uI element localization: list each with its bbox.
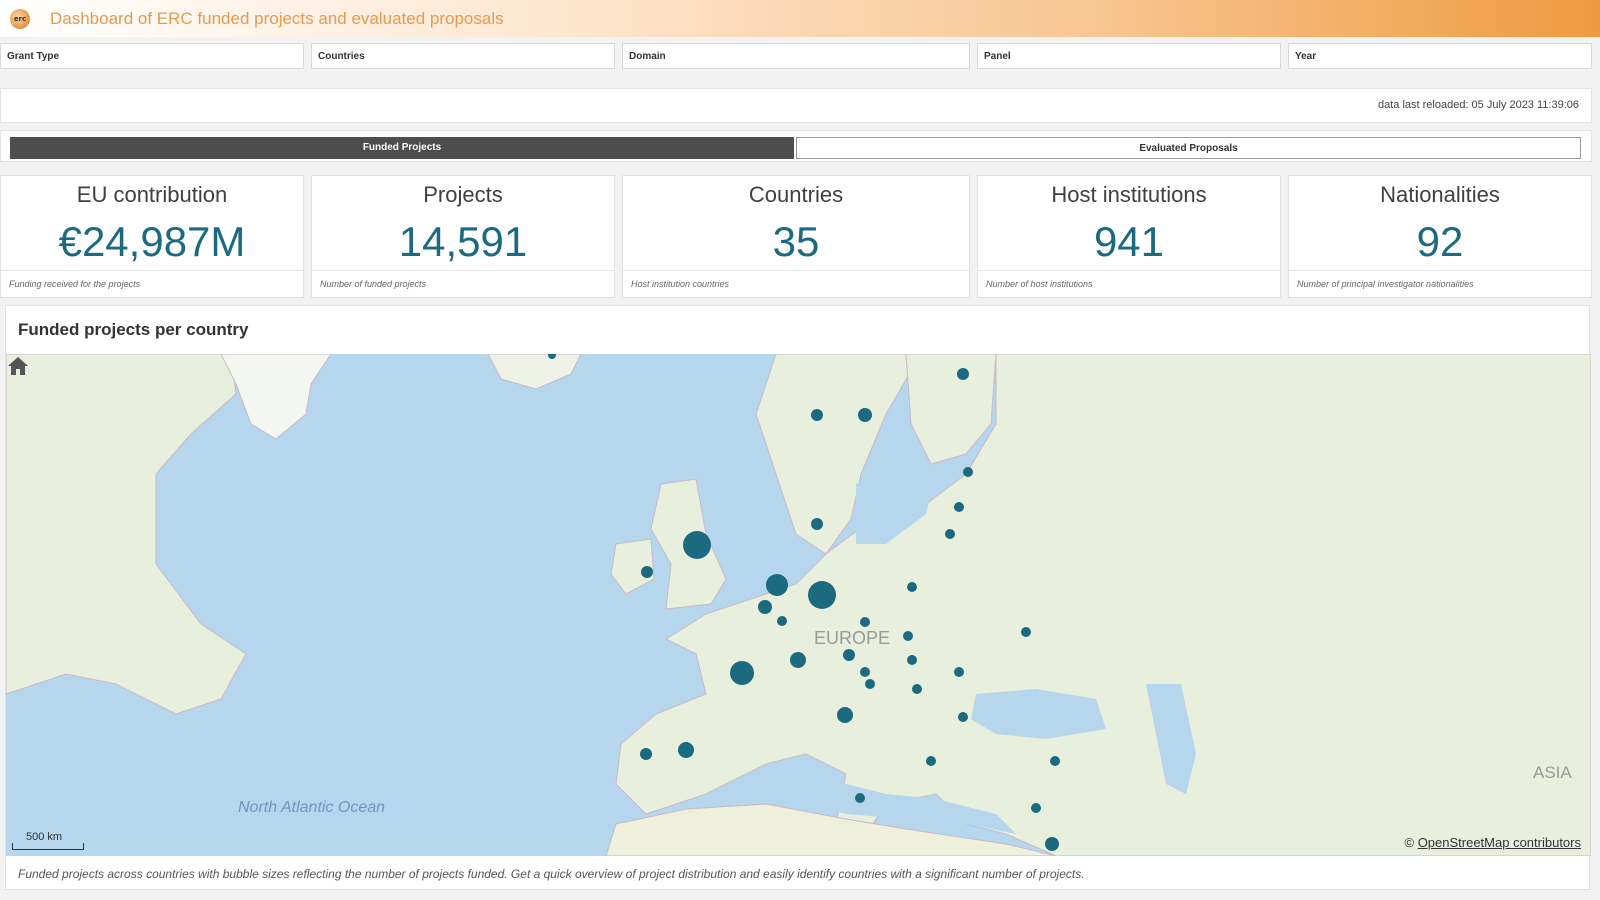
kpi-value: 35 — [772, 218, 820, 265]
map-attribution: © OpenStreetMap contributors — [1404, 835, 1581, 850]
bubble-cyprus[interactable] — [1031, 803, 1041, 813]
kpi-title: Countries — [748, 182, 844, 207]
kpi-footer: Number of principal investigator nationa… — [1289, 270, 1591, 297]
bubble-romania[interactable] — [954, 667, 964, 677]
filter-countries[interactable]: Countries — [311, 43, 615, 69]
bubble-france[interactable] — [730, 661, 754, 685]
tab-bar: Funded Projects Evaluated Proposals — [0, 130, 1592, 162]
label-europe: EUROPE — [814, 628, 890, 648]
land-iceland — [487, 354, 582, 390]
bubble-turkey[interactable] — [1050, 756, 1060, 766]
bubble-poland[interactable] — [907, 582, 917, 592]
filter-year[interactable]: Year — [1288, 43, 1592, 69]
map-caption: Funded projects across countries with bu… — [18, 867, 1085, 881]
bubble-malta[interactable] — [855, 793, 865, 803]
bubble-serbia[interactable] — [912, 684, 922, 694]
reload-timestamp: data last reloaded: 05 July 2023 11:39:0… — [1377, 99, 1579, 111]
land-north-america — [6, 354, 247, 715]
kpi-footer: Number of funded projects — [312, 270, 614, 297]
bubble-estonia[interactable] — [963, 467, 973, 477]
scale-bar: 500 km — [12, 831, 84, 850]
logo-mark: erc — [10, 8, 30, 29]
label-ocean: North Atlantic Ocean — [238, 799, 385, 816]
kpi-title: Projects — [423, 182, 503, 207]
kpi-host-institutions: Host institutions 941 Number of host ins… — [977, 175, 1281, 298]
bubble-denmark[interactable] — [811, 518, 823, 530]
label-asia: ASIA — [1533, 763, 1572, 782]
bubble-croatia[interactable] — [865, 679, 875, 689]
erc-logo: erc — [4, 3, 36, 35]
home-icon[interactable] — [6, 354, 30, 378]
copyright-symbol: © — [1404, 835, 1415, 850]
scale-label: 500 km — [26, 831, 63, 843]
kpi-eu-contribution: EU contribution €24,987M Funding receive… — [0, 175, 304, 298]
tab-evaluated-proposals[interactable]: Evaluated Proposals — [796, 137, 1581, 159]
scale-line — [12, 843, 84, 850]
bubble-germany[interactable] — [808, 581, 836, 609]
kpi-value: €24,987M — [58, 218, 246, 265]
kpi-value: 941 — [1093, 218, 1165, 265]
bubble-norway[interactable] — [811, 409, 823, 421]
bubble-slovakia[interactable] — [903, 631, 913, 641]
kpi-footer: Funding received for the projects — [1, 270, 303, 297]
kpi-projects: Projects 14,591 Number of funded project… — [311, 175, 615, 298]
osm-link[interactable]: OpenStreetMap contributors — [1418, 835, 1581, 850]
bubble-ukraine[interactable] — [1021, 627, 1031, 637]
kpi-countries: Countries 35 Host institution countries — [622, 175, 970, 298]
bubble-slovenia[interactable] — [860, 667, 870, 677]
page-title: Dashboard of ERC funded projects and eva… — [50, 8, 504, 28]
filter-grant-type[interactable]: Grant Type — [0, 43, 304, 69]
bubble-sweden[interactable] — [858, 408, 872, 422]
filter-bar: Grant Type Countries Domain Panel Year — [0, 43, 1600, 71]
bubble-lithuania[interactable] — [945, 529, 955, 539]
kpi-footer: Host institution countries — [623, 270, 969, 297]
bubble-bulgaria[interactable] — [958, 712, 968, 722]
map-canvas: EUROPE North Atlantic Ocean ASIA — [6, 354, 1591, 856]
bubble-portugal[interactable] — [640, 748, 652, 760]
kpi-title: Nationalities — [1380, 182, 1500, 207]
bubble-spain[interactable] — [678, 742, 694, 758]
bubble-netherlands[interactable] — [766, 574, 788, 596]
bubble-finland[interactable] — [957, 368, 969, 380]
tab-funded-projects[interactable]: Funded Projects — [10, 137, 794, 159]
bubble-greece[interactable] — [926, 756, 936, 766]
bubble-switzerland[interactable] — [790, 652, 806, 668]
filter-domain[interactable]: Domain — [622, 43, 970, 69]
reload-bar: data last reloaded: 05 July 2023 11:39:0… — [0, 88, 1592, 123]
bubble-israel[interactable] — [1045, 837, 1059, 851]
bubble-latvia[interactable] — [954, 502, 964, 512]
bubble-hungary[interactable] — [907, 655, 917, 665]
bubble-italy[interactable] — [837, 707, 853, 723]
bubble-austria[interactable] — [843, 649, 855, 661]
bubble-luxembourg[interactable] — [777, 616, 787, 626]
kpi-value: 14,591 — [398, 218, 528, 265]
bubble-czechia[interactable] — [860, 617, 870, 627]
kpi-title: Host institutions — [1051, 182, 1207, 207]
map-title: Funded projects per country — [18, 320, 249, 339]
kpi-nationalities: Nationalities 92 Number of principal inv… — [1288, 175, 1592, 298]
country-map[interactable]: EUROPE North Atlantic Ocean ASIA 500 km … — [6, 354, 1591, 856]
kpi-value: 92 — [1416, 218, 1464, 265]
filter-panel[interactable]: Panel — [977, 43, 1281, 69]
land-greenland — [220, 354, 332, 440]
kpi-title: EU contribution — [76, 182, 228, 207]
bubble-united-kingdom[interactable] — [683, 531, 711, 559]
header-bar: erc Dashboard of ERC funded projects and… — [0, 0, 1600, 37]
bubble-belgium[interactable] — [758, 600, 772, 614]
bubble-ireland[interactable] — [641, 566, 653, 578]
map-panel: Funded projects per country EUROPE North… — [5, 305, 1591, 890]
kpi-footer: Number of host institutions — [978, 270, 1280, 297]
